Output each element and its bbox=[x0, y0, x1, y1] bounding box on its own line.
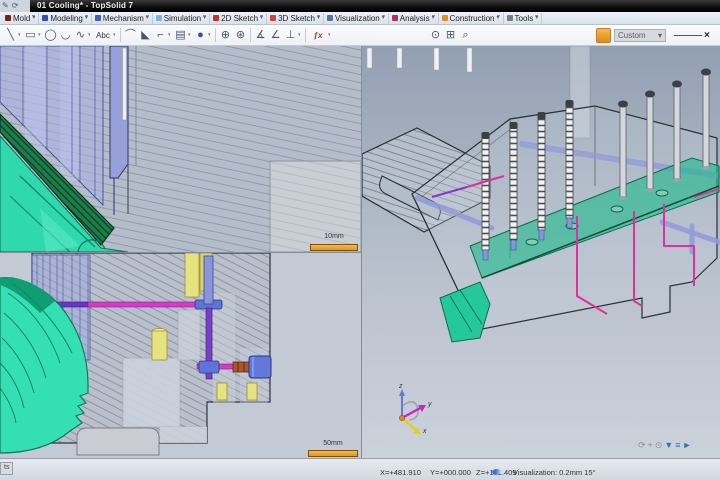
chevron-down-icon[interactable]: ▾ bbox=[146, 15, 149, 21]
zoom-view-icon[interactable]: ⊙ bbox=[655, 440, 663, 450]
view-quality-icon[interactable] bbox=[492, 469, 501, 475]
zoom-search-tool-icon[interactable]: ⌕ bbox=[458, 28, 473, 43]
chevron-down-icon[interactable]: ▾ bbox=[85, 15, 88, 21]
angle-tool-icon[interactable]: ∡ bbox=[253, 28, 268, 43]
modeling-icon bbox=[42, 15, 48, 21]
construction-icon bbox=[442, 15, 448, 21]
axis-label-y: y bbox=[428, 401, 432, 408]
iso-view-icon[interactable]: ► bbox=[683, 440, 692, 450]
chevron-down-icon[interactable]: ▾ bbox=[432, 15, 435, 21]
measure-tool-icon[interactable]: ∠ bbox=[268, 28, 283, 43]
menu-simulation[interactable]: Simulation▾ bbox=[153, 13, 210, 24]
fit-view-icon[interactable]: ▼ bbox=[664, 440, 673, 450]
scale-bar-10mm bbox=[310, 244, 358, 251]
chevron-down-icon[interactable]: ▾ bbox=[382, 15, 385, 21]
place-part-tool-icon[interactable]: ⊙ bbox=[428, 28, 443, 43]
chevron-down-icon: ▾ bbox=[658, 31, 662, 40]
assembly-tool-icon[interactable]: ⊞ bbox=[443, 28, 458, 43]
menu-construction[interactable]: Construction▾ bbox=[439, 13, 504, 24]
divider-line bbox=[674, 35, 702, 36]
text-tool-icon[interactable]: Abc bbox=[93, 28, 113, 43]
status-bar: ts X=+481.910 Y=+000.000 Z=+181.409 Visu… bbox=[0, 458, 720, 480]
chevron-down-icon[interactable]: ▾ bbox=[113, 32, 118, 38]
pattern-tool-icon[interactable]: ⊛ bbox=[233, 28, 248, 43]
viewport-3d[interactable] bbox=[362, 46, 720, 458]
stamp-tool-icon[interactable]: ⊕ bbox=[218, 28, 233, 43]
clamp-shoe bbox=[77, 428, 159, 455]
layers-view-icon[interactable]: ≡ bbox=[675, 440, 680, 450]
style-pen-icon[interactable]: ✎ bbox=[2, 2, 9, 10]
chevron-down-icon[interactable]: ▾ bbox=[298, 32, 303, 38]
coordinate-x: X=+481.910 bbox=[380, 468, 421, 477]
chevron-down-icon[interactable]: ▾ bbox=[203, 15, 206, 21]
menu-mold[interactable]: Mold▾ bbox=[2, 13, 39, 24]
scale-label-50mm: 50mm bbox=[308, 440, 358, 447]
window-title: 01 Cooling* - TopSolid 7 bbox=[37, 1, 133, 10]
rotate-view-icon[interactable]: ⟳ bbox=[638, 440, 646, 450]
scale-bar-50mm bbox=[308, 450, 358, 457]
3d-sketch-icon bbox=[270, 15, 276, 21]
sphere-tool-icon[interactable]: ● bbox=[193, 28, 208, 43]
chevron-down-icon[interactable]: ▾ bbox=[317, 15, 320, 21]
pan-view-icon[interactable]: + bbox=[648, 440, 653, 450]
corner-tool-icon[interactable]: ⌐ bbox=[153, 28, 168, 43]
docked-panel-tab[interactable]: ts bbox=[0, 462, 13, 475]
menu-2d-sketch[interactable]: 2D Sketch▾ bbox=[210, 13, 267, 24]
fillet-tool-icon[interactable]: ⌒ bbox=[123, 28, 138, 43]
function-tool-icon[interactable]: ƒx bbox=[308, 28, 328, 43]
tools-icon bbox=[507, 15, 513, 21]
axis-label-z: z bbox=[399, 383, 403, 390]
title-bar: ✎ ⟳ 01 Cooling* - TopSolid 7 bbox=[0, 0, 720, 12]
rectangle-tool-icon[interactable]: ▭ bbox=[23, 28, 38, 43]
viewport-3d-canvas[interactable] bbox=[362, 46, 720, 458]
chevron-down-icon[interactable]: ▾ bbox=[208, 32, 213, 38]
circle-tool-icon[interactable]: ◯ bbox=[43, 28, 58, 43]
chevron-down-icon[interactable]: ▾ bbox=[32, 15, 35, 21]
sketch-toolbar: ╲▾ ▭▾ ◯ ◡ ∿▾ Abc▾ ⌒ ◣ ⌐▾ ▤▾ ●▾ ⊕ ⊛ ∡ ∠ ⊥… bbox=[0, 25, 720, 46]
line-tool-icon[interactable]: ╲ bbox=[3, 28, 18, 43]
menu-visualization[interactable]: Visualization▾ bbox=[324, 13, 389, 24]
scale-label-10mm: 10mm bbox=[310, 233, 358, 240]
menu-analysis[interactable]: Analysis▾ bbox=[389, 13, 439, 24]
render-style-icon[interactable] bbox=[596, 28, 611, 43]
analysis-icon bbox=[392, 15, 398, 21]
menu-mechanism[interactable]: Mechanism▾ bbox=[92, 13, 153, 24]
spline-tool-icon[interactable]: ∿ bbox=[73, 28, 88, 43]
viewport-corner-tools: ⟳ + ⊙ ▼ ≡ ► bbox=[638, 440, 691, 450]
menu-bar: Mold▾ Modeling▾ Mechanism▾ Simulation▾ 2… bbox=[0, 12, 720, 25]
menu-tools[interactable]: Tools▾ bbox=[504, 13, 543, 24]
viewport-cooling-section[interactable] bbox=[0, 253, 361, 458]
document-tool-icon[interactable]: ▤ bbox=[173, 28, 188, 43]
mold-icon bbox=[5, 15, 11, 21]
axis-label-x: x bbox=[423, 428, 427, 435]
section-detail-canvas[interactable] bbox=[0, 46, 361, 252]
menu-modeling[interactable]: Modeling▾ bbox=[39, 13, 91, 24]
close-icon[interactable]: × bbox=[704, 30, 710, 41]
coordinate-y: Y=+000.000 bbox=[430, 468, 471, 477]
chamfer-tool-icon[interactable]: ◣ bbox=[138, 28, 153, 43]
mechanism-icon bbox=[95, 15, 101, 21]
perpendicular-tool-icon[interactable]: ⊥ bbox=[283, 28, 298, 43]
visualization-icon bbox=[327, 15, 333, 21]
2d-sketch-icon bbox=[213, 15, 219, 21]
menu-3d-sketch[interactable]: 3D Sketch▾ bbox=[267, 13, 324, 24]
arc-tool-icon[interactable]: ◡ bbox=[58, 28, 73, 43]
cooling-section-canvas[interactable] bbox=[0, 253, 361, 458]
workspace bbox=[0, 46, 720, 458]
chevron-down-icon[interactable]: ▾ bbox=[497, 15, 500, 21]
viewport-section-detail[interactable] bbox=[0, 46, 361, 252]
chevron-down-icon[interactable]: ▾ bbox=[328, 32, 333, 38]
chevron-down-icon[interactable]: ▾ bbox=[535, 15, 538, 21]
refresh-icon[interactable]: ⟳ bbox=[12, 2, 19, 10]
simulation-icon bbox=[156, 15, 162, 21]
chevron-down-icon[interactable]: ▾ bbox=[260, 15, 263, 21]
visualization-setting[interactable]: Visualization: 0.2mm 15° bbox=[513, 468, 596, 477]
custom-view-select[interactable]: Custom▾ bbox=[614, 29, 666, 42]
